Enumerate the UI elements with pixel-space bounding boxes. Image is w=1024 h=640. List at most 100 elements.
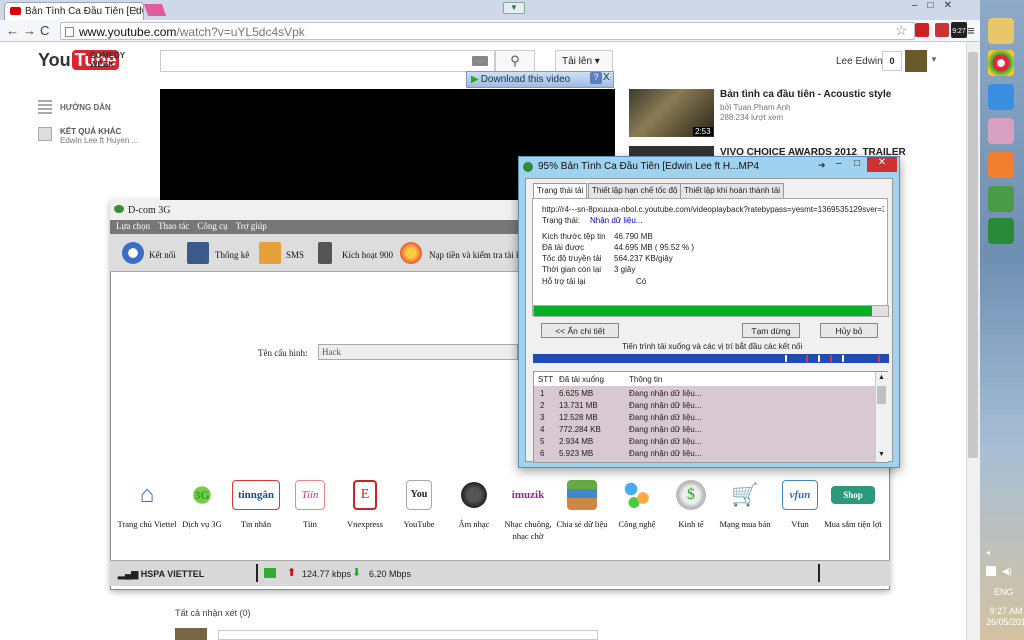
search-button[interactable]: ⚲: [495, 50, 535, 72]
column-header[interactable]: Thông tin: [629, 375, 662, 384]
menu-icon[interactable]: [38, 100, 52, 102]
user-name[interactable]: Lee Edwin: [836, 56, 883, 67]
menu-item[interactable]: Trợ giúp: [236, 221, 267, 231]
chevron-down-icon[interactable]: ▼: [503, 2, 525, 14]
menu-icon[interactable]: ≡: [967, 23, 975, 38]
table-row[interactable]: 6 5.923 MB Đang nhận dữ liệu...: [534, 448, 875, 460]
field-label: Hỗ trợ tải lại: [542, 277, 586, 286]
extension-icon[interactable]: [915, 23, 929, 37]
app-market[interactable]: 🛒 Mạng mua bán: [715, 480, 775, 530]
toolbar-topup[interactable]: Nạp tiền và kiểm tra tài kh: [429, 250, 519, 260]
chrome-icon[interactable]: [988, 50, 1014, 76]
comment-input[interactable]: [218, 630, 598, 640]
app-tinnhan[interactable]: tinngắn Tin nhắn: [226, 480, 286, 530]
keyboard-icon[interactable]: [472, 56, 488, 66]
cancel-button[interactable]: Hủy bỏ: [820, 323, 878, 338]
sidebar-item-more[interactable]: KẾT QUẢ KHÁC: [60, 127, 121, 136]
tab-status[interactable]: Trạng thái tải: [533, 183, 588, 199]
close-tab-icon[interactable]: ×: [133, 5, 139, 16]
menu-item[interactable]: Công cụ: [197, 221, 227, 231]
volume-icon[interactable]: ◀): [1002, 566, 1012, 577]
app-vfun[interactable]: vfun Vfun: [770, 480, 830, 530]
network-icon[interactable]: [986, 566, 996, 576]
toolbar-activate[interactable]: Kích hoạt 900: [342, 250, 393, 260]
menu-item[interactable]: Thao tác: [158, 221, 189, 231]
table-row[interactable]: 1 6.625 MB Đang nhận dữ liệu...: [534, 388, 875, 400]
pause-button[interactable]: Tạm dừng: [742, 323, 800, 338]
chevron-down-icon[interactable]: ▼: [878, 451, 885, 458]
app-youtube[interactable]: You YouTube: [389, 480, 449, 530]
address-bar[interactable]: www.youtube.com/watch?v=uYL5dc4sVpk: [60, 22, 915, 40]
dcom-icon[interactable]: [988, 186, 1014, 212]
phone-icon[interactable]: [318, 242, 332, 264]
app-3g[interactable]: 3G Dịch vụ 3G: [172, 480, 232, 530]
logo-you: You: [38, 50, 71, 70]
avatar[interactable]: [905, 50, 927, 72]
toolbar-stats[interactable]: Thống kê: [215, 250, 249, 260]
media-icon[interactable]: [988, 152, 1014, 178]
row-downloaded: 12.528 MB: [559, 413, 598, 422]
bookmark-star-icon[interactable]: ☆: [895, 22, 908, 39]
app-ringtones[interactable]: imuzik Nhạc chuông, nhạc chờ: [498, 480, 558, 542]
tray-expand-icon[interactable]: ◂: [986, 548, 990, 557]
notification-count[interactable]: 0: [882, 51, 902, 71]
connect-icon[interactable]: [122, 242, 144, 264]
config-select[interactable]: Hack: [318, 344, 518, 360]
window-controls[interactable]: –□✕: [912, 0, 980, 16]
table-row[interactable]: 3 12.528 MB Đang nhận dữ liệu...: [534, 412, 875, 424]
close-button[interactable]: ✕: [867, 157, 897, 172]
scrollbar-thumb[interactable]: [968, 52, 978, 458]
folder-icon[interactable]: [988, 18, 1014, 44]
headphones-icon: [459, 480, 489, 510]
column-header[interactable]: STT: [538, 375, 553, 384]
topup-icon[interactable]: [400, 242, 422, 264]
app-label: Mua sắm tiện lợi: [824, 519, 882, 529]
toolbar-sms[interactable]: SMS: [286, 250, 304, 260]
nav-buttons[interactable]: ←→C: [6, 23, 53, 38]
table-row[interactable]: 5 2.934 MB Đang nhận dữ liệu...: [534, 436, 875, 448]
idm-icon[interactable]: [988, 218, 1014, 244]
table-row[interactable]: 2 13.731 MB Đang nhận dữ liệu...: [534, 400, 875, 412]
sms-icon[interactable]: [259, 242, 281, 264]
app-vnexpress[interactable]: E Vnexpress: [335, 480, 395, 530]
tab-on-complete[interactable]: Thiết lập khi hoàn thành tải: [680, 183, 785, 198]
app-viettel-home[interactable]: ⌂ Trang chủ Viettel: [117, 480, 177, 530]
language-indicator[interactable]: ENG: [994, 587, 1014, 597]
app-label: YouTube: [403, 519, 435, 529]
search-input[interactable]: [160, 50, 495, 72]
app-shopping[interactable]: Shop Mua sắm tiện lợi: [823, 480, 883, 530]
sidebar-item-guide[interactable]: HƯỚNG DẪN: [60, 103, 111, 112]
chevron-down-icon[interactable]: ▼: [930, 55, 938, 64]
minimize-button[interactable]: –: [836, 158, 842, 169]
chevron-up-icon[interactable]: ▲: [878, 374, 885, 381]
app-share-data[interactable]: Chia sẻ dữ liệu: [552, 480, 612, 530]
new-tab-button[interactable]: [143, 4, 167, 16]
app-music[interactable]: Âm nhạc: [444, 480, 504, 530]
status-label: Trạng thái:: [542, 216, 580, 225]
hide-details-button[interactable]: << Ẩn chi tiết: [541, 323, 619, 338]
tab-speed-limit[interactable]: Thiết lập hạn chế tốc độ: [588, 183, 682, 198]
close-icon[interactable]: X: [603, 72, 613, 84]
app-tech[interactable]: Công nghệ: [607, 480, 667, 530]
paint-icon[interactable]: [988, 118, 1014, 144]
upload-button[interactable]: Tải lên ▾: [555, 50, 613, 72]
divider: [818, 564, 820, 582]
idm-arrow-icon[interactable]: ➜: [818, 160, 826, 171]
internet-explorer-icon[interactable]: [988, 84, 1014, 110]
app-tiin[interactable]: Tiin Tiin: [280, 480, 340, 530]
related-title[interactable]: Bản tình ca đầu tiên - Acoustic style: [720, 89, 891, 100]
toolbar-connect[interactable]: Kết nối: [149, 250, 176, 260]
stats-icon[interactable]: [187, 242, 209, 264]
sidebar-item-sub[interactable]: Edwin Lee ft Huyen ...: [60, 136, 138, 145]
browser-tab[interactable]: Bản Tình Ca Đầu Tiên [Edwi ×: [4, 2, 144, 20]
scrollbar-thumb[interactable]: [877, 386, 886, 404]
menu-item[interactable]: Lựa chọn: [116, 221, 150, 231]
app-economy[interactable]: $ Kinh tế: [661, 480, 721, 530]
extension-icon[interactable]: [935, 23, 949, 37]
extension-clock-icon[interactable]: 9:27: [951, 22, 967, 38]
help-icon[interactable]: ?: [590, 72, 602, 84]
maximize-button[interactable]: □: [854, 158, 860, 169]
column-header[interactable]: Đã tải xuống: [559, 375, 604, 384]
clock[interactable]: 9:27 AM26/05/2013: [986, 606, 1024, 628]
table-row[interactable]: 4 772.284 KB Đang nhận dữ liệu...: [534, 424, 875, 436]
